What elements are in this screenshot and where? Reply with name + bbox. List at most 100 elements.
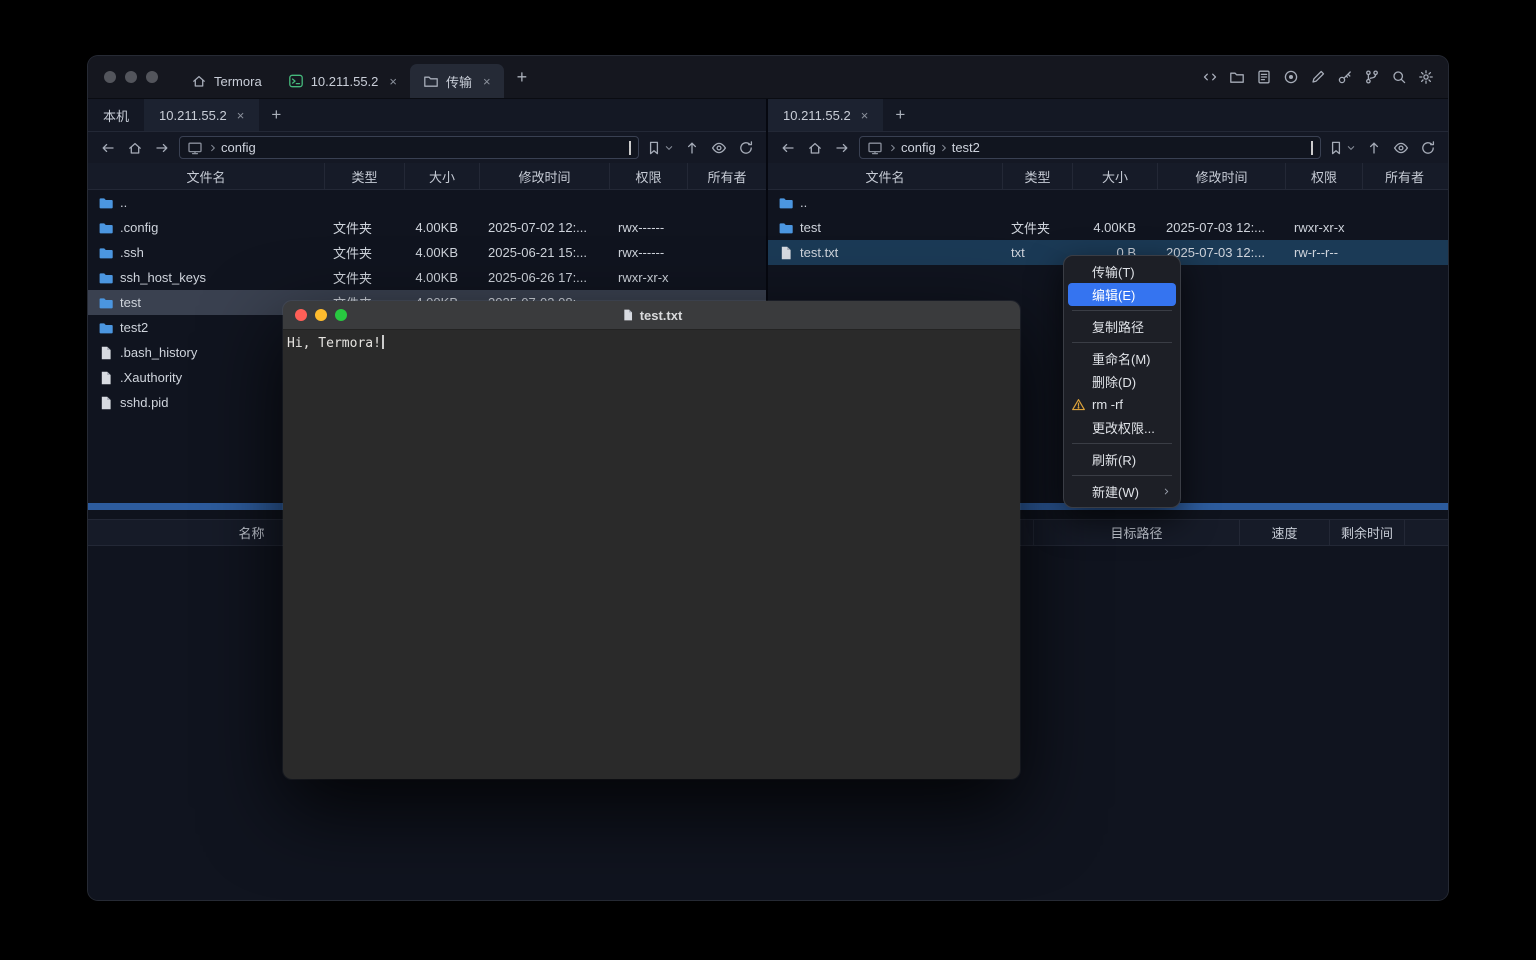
file-row-ssh_host_keys[interactable]: ssh_host_keys文件夹4.00KB2025-06-26 17:...r… (88, 265, 766, 290)
editor-close-button[interactable] (295, 309, 307, 321)
right-refresh-button[interactable] (1418, 136, 1438, 160)
column-header[interactable]: 文件名 (88, 163, 325, 189)
left-home-button[interactable] (125, 136, 145, 160)
menu-item-copy-path[interactable]: 复制路径 (1064, 315, 1180, 338)
tab-close-button[interactable]: × (483, 75, 491, 88)
left-new-tab-button[interactable]: + (259, 99, 293, 131)
tab-close-button[interactable]: × (389, 75, 397, 88)
folder-button[interactable] (1227, 66, 1247, 88)
arrow-right-icon (834, 140, 850, 156)
editor-zoom-button[interactable] (335, 309, 347, 321)
right-back-button[interactable] (778, 136, 798, 160)
file-row-.ssh[interactable]: .ssh文件夹4.00KB2025-06-21 15:...rwx------ (88, 240, 766, 265)
transfer-column-remaining[interactable]: 剩余时间 (1330, 520, 1405, 545)
left-tab-local[interactable]: 本机 (88, 99, 144, 131)
column-header[interactable]: 权限 (1286, 163, 1363, 189)
log-button[interactable] (1254, 66, 1274, 88)
chevron-down-icon[interactable] (629, 141, 631, 155)
column-header-label: 文件名 (186, 167, 225, 186)
column-header[interactable]: 修改时间 (1158, 163, 1286, 189)
tab-label: 10.211.55.2 (311, 74, 379, 89)
left-panel-tabbar: 本机10.211.55.2× + (88, 99, 766, 132)
branch-button[interactable] (1362, 66, 1382, 88)
file-row-.config[interactable]: .config文件夹4.00KB2025-07-02 12:...rwx----… (88, 215, 766, 240)
terminal-icon (288, 73, 304, 89)
menu-item-delete[interactable]: 删除(D) (1064, 370, 1180, 393)
menu-item-rename[interactable]: 重命名(M) (1064, 347, 1180, 370)
left-upload-button[interactable] (682, 136, 702, 160)
path-segment[interactable]: test2 (952, 140, 980, 155)
editor-minimize-button[interactable] (315, 309, 327, 321)
column-header[interactable]: 所有者 (1363, 163, 1446, 189)
column-header[interactable]: 类型 (325, 163, 405, 189)
right-home-button[interactable] (805, 136, 825, 160)
column-header[interactable]: 所有者 (688, 163, 766, 189)
new-window-tab-button[interactable]: + (504, 68, 541, 86)
file-row-..[interactable]: .. (88, 190, 766, 215)
column-header[interactable]: 文件名 (768, 163, 1003, 189)
titlebar-tab-host[interactable]: 10.211.55.2 × (275, 64, 410, 98)
column-header[interactable]: 大小 (405, 163, 480, 189)
right-show-hidden-button[interactable] (1391, 136, 1411, 160)
editor-titlebar[interactable]: test.txt (283, 301, 1020, 330)
left-bookmark-button[interactable] (646, 136, 675, 160)
chevron-down-icon[interactable] (1311, 141, 1313, 155)
pencil-button[interactable] (1308, 66, 1328, 88)
file-row-..[interactable]: .. (768, 190, 1448, 215)
code-button[interactable] (1200, 66, 1220, 88)
minimize-window-button[interactable] (125, 71, 137, 83)
menu-item-label: 新建(W) (1092, 482, 1139, 501)
file-icon (778, 245, 794, 261)
menu-item-chmod[interactable]: 更改权限... (1064, 416, 1180, 439)
pencil-icon (1310, 69, 1326, 85)
tab-close-button[interactable]: × (861, 109, 869, 122)
file-row-test[interactable]: test文件夹4.00KB2025-07-03 12:...rwxr-xr-x (768, 215, 1448, 240)
column-header-label: 类型 (1024, 167, 1050, 186)
settings-icon (1418, 69, 1434, 85)
menu-item-transfer[interactable]: 传输(T) (1064, 260, 1180, 283)
transfer-column-target-path[interactable]: 目标路径 (1034, 520, 1240, 545)
right-new-tab-button[interactable]: + (883, 99, 917, 131)
menu-item-label: rm -rf (1092, 397, 1123, 412)
search-button[interactable] (1389, 66, 1409, 88)
column-header[interactable]: 类型 (1003, 163, 1073, 189)
left-back-button[interactable] (98, 136, 118, 160)
column-header[interactable]: 大小 (1073, 163, 1158, 189)
text-caret (382, 335, 384, 349)
path-segment[interactable]: config (221, 140, 256, 155)
zoom-window-button[interactable] (146, 71, 158, 83)
file-size-cell: 4.00KB (405, 270, 480, 285)
settings-button[interactable] (1416, 66, 1436, 88)
titlebar-tab-termora[interactable]: Termora (178, 64, 275, 98)
column-header[interactable]: 修改时间 (480, 163, 610, 189)
left-tab-host[interactable]: 10.211.55.2× (144, 99, 259, 131)
file-mtime-cell: 2025-07-03 12:... (1158, 220, 1286, 235)
right-path-bar[interactable]: config test2 (859, 136, 1321, 159)
tab-close-button[interactable]: × (237, 109, 245, 122)
menu-item-rm-rf[interactable]: rm -rf (1064, 393, 1180, 416)
tab-label: Termora (214, 74, 262, 89)
right-bookmark-button[interactable] (1328, 136, 1357, 160)
left-forward-button[interactable] (152, 136, 172, 160)
tab-label: 传输 (446, 72, 472, 91)
left-refresh-button[interactable] (736, 136, 756, 160)
menu-item-refresh[interactable]: 刷新(R) (1064, 448, 1180, 471)
right-tab-host[interactable]: 10.211.55.2× (768, 99, 883, 131)
column-header-label: 所有者 (1385, 167, 1424, 186)
refresh-icon (738, 140, 754, 156)
left-path-bar[interactable]: config (179, 136, 639, 159)
right-forward-button[interactable] (832, 136, 852, 160)
menu-item-new[interactable]: 新建(W) (1064, 480, 1180, 503)
transfer-column-speed[interactable]: 速度 (1240, 520, 1330, 545)
right-upload-button[interactable] (1364, 136, 1384, 160)
path-segment[interactable]: config (901, 140, 936, 155)
editor-content[interactable]: Hi, Termora! (283, 330, 1020, 779)
column-header[interactable]: 权限 (610, 163, 688, 189)
key-button[interactable] (1335, 66, 1355, 88)
close-window-button[interactable] (104, 71, 116, 83)
window-controls (88, 71, 178, 83)
menu-item-edit[interactable]: 编辑(E) (1068, 283, 1176, 306)
left-show-hidden-button[interactable] (709, 136, 729, 160)
record-button[interactable] (1281, 66, 1301, 88)
titlebar-tab-transfer[interactable]: 传输 × (410, 64, 504, 98)
